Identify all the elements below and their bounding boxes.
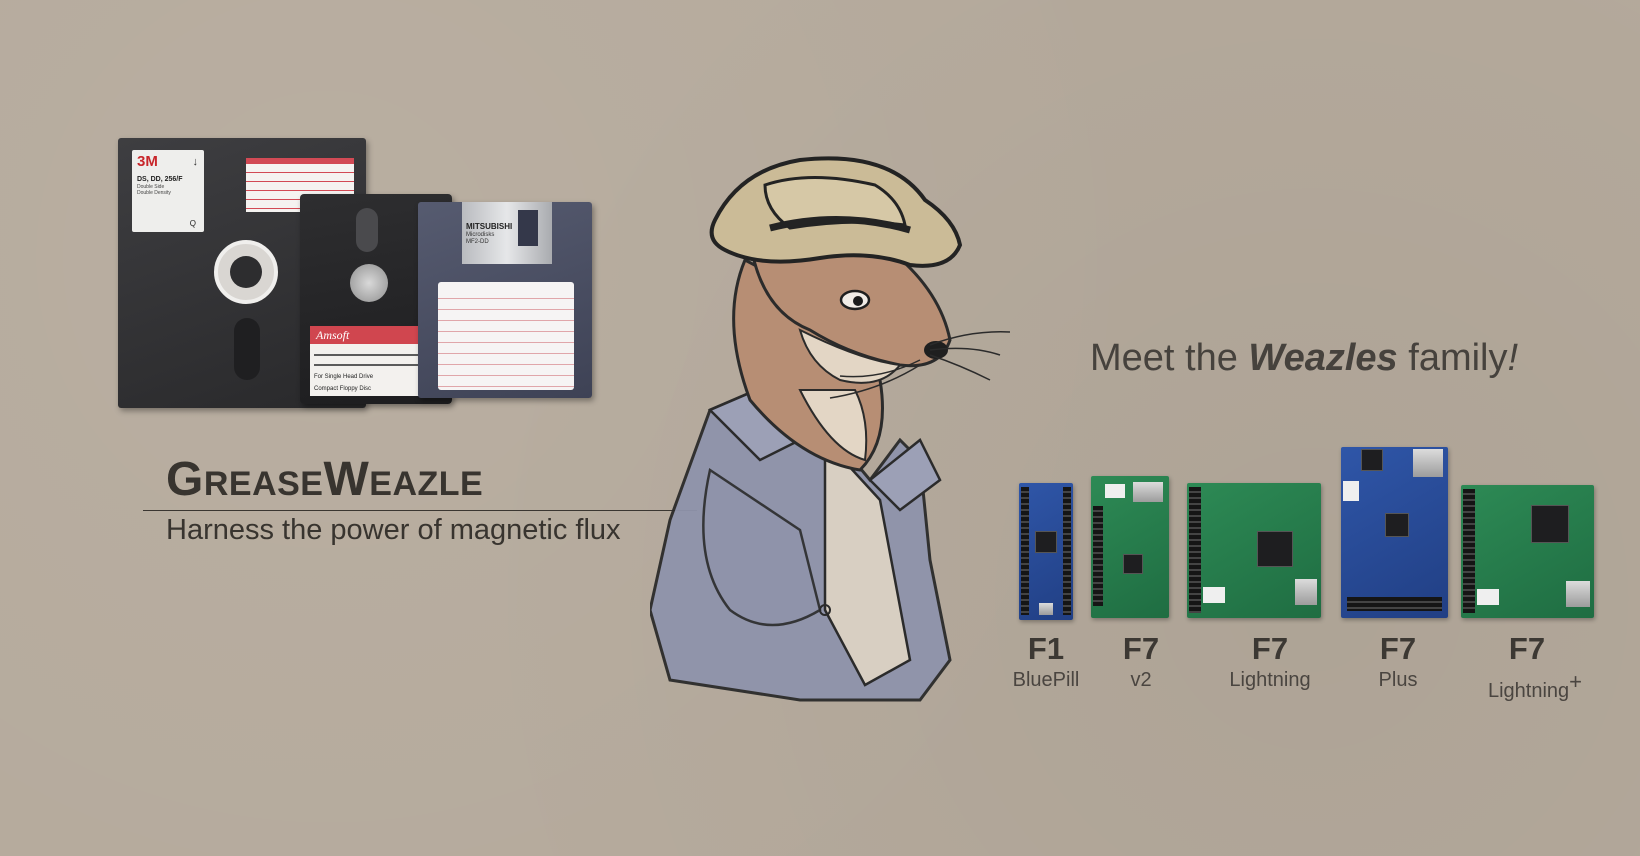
pin-header: [1063, 487, 1071, 615]
label-text: Microdisks MF2-DD: [466, 232, 494, 246]
label-mark: Q: [189, 219, 196, 228]
disk-hub: [214, 240, 278, 304]
board-code: F7: [1508, 631, 1546, 666]
mcu-chip: [1123, 554, 1143, 574]
floppy-disks-illustration: 3M ↓ DS, DD, 256/F Double Side Double De…: [118, 136, 618, 416]
pin-header: [1189, 487, 1201, 613]
board-code: F7: [1122, 631, 1160, 666]
pin-header: [1093, 506, 1103, 606]
usb-port: [1133, 482, 1163, 502]
shutter-window: [518, 210, 538, 246]
power-jack: [1361, 449, 1383, 471]
brand-title: GreaseWeazle: [166, 453, 484, 506]
board-f7-plus-image: [1341, 447, 1448, 618]
board-code: F7: [1251, 631, 1289, 666]
label-line: Microdisks: [466, 232, 495, 238]
board-name: v2: [1130, 669, 1152, 691]
floppy-disk-3-5-inch: MITSUBISHI Microdisks MF2-DD: [418, 202, 592, 398]
board-code: F7: [1379, 631, 1417, 666]
label-brand: MITSUBISHI: [466, 222, 513, 231]
board-name: Lightning+: [1465, 669, 1605, 703]
label-line: For Single Head Drive: [314, 374, 374, 380]
label-spec: DS, DD, 256/F: [137, 176, 183, 183]
heading-exclamation: !: [1507, 337, 1519, 379]
label-line: Double Density: [137, 190, 171, 196]
pin-header: [1347, 597, 1442, 611]
heading-emphasis: Weazles: [1248, 337, 1398, 379]
label-brand: 3M: [137, 153, 158, 170]
title-divider: [143, 510, 697, 511]
power-connector: [1203, 587, 1225, 603]
usb-port: [1413, 449, 1443, 477]
power-connector: [1343, 481, 1359, 501]
board-name-text: Lightning: [1487, 680, 1570, 702]
label-line: Compact Floppy Disc: [314, 386, 372, 392]
pin-header: [1463, 489, 1475, 613]
heading-text: Meet the: [1090, 337, 1249, 379]
disk-hub: [350, 264, 388, 302]
power-connector: [1477, 589, 1499, 605]
board-f7-lightning-image: [1187, 483, 1321, 618]
mcu-chip: [1035, 531, 1057, 553]
usb-port: [1295, 579, 1317, 605]
board-f7-v2-image: [1091, 476, 1169, 618]
label-brand: Amsoft: [316, 328, 350, 342]
family-heading: Meet the Weazles family!: [1090, 337, 1518, 380]
board-name: Lightning: [1229, 669, 1311, 691]
disk-label-3m: 3M ↓ DS, DD, 256/F Double Side Double De…: [132, 150, 204, 232]
disk-read-slot: [234, 318, 260, 380]
arrow-down-icon: ↓: [192, 156, 199, 168]
usb-port: [1039, 603, 1053, 615]
board-name-suffix: +: [1569, 669, 1583, 694]
disk-shutter: MITSUBISHI Microdisks MF2-DD: [462, 202, 552, 264]
label-line: MF2-DD: [466, 239, 489, 245]
mcu-chip: [1385, 513, 1409, 537]
mcu-chip: [1531, 505, 1569, 543]
usb-port: [1566, 581, 1590, 607]
board-f7-lightning-plus-image: [1461, 485, 1594, 618]
board-f1-bluepill-image: [1019, 483, 1073, 620]
heading-text: family: [1397, 337, 1508, 379]
brand-tagline: Harness the power of magnetic flux: [166, 514, 621, 546]
disk-shutter: [356, 208, 378, 252]
power-connector: [1105, 484, 1125, 498]
board-name: Plus: [1378, 669, 1418, 691]
disk-label: [438, 282, 574, 390]
mcu-chip: [1257, 531, 1293, 567]
pin-header: [1021, 487, 1029, 615]
